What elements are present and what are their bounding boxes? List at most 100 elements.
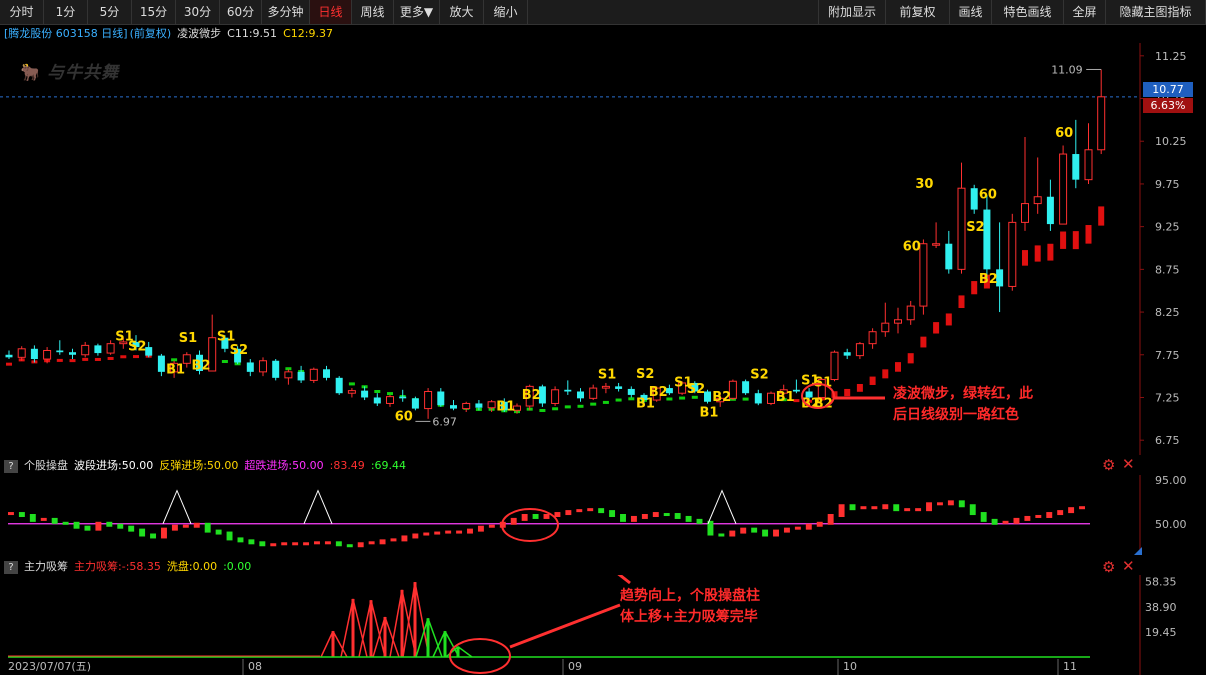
operation-bar bbox=[270, 543, 277, 547]
operation-bar bbox=[51, 517, 58, 524]
period-tab-fenshi[interactable]: 分时 bbox=[0, 0, 44, 24]
month-label: 09 bbox=[568, 660, 582, 673]
ma-dot bbox=[958, 295, 965, 309]
period-tab-60min[interactable]: 60分 bbox=[220, 0, 262, 24]
extra-display-button[interactable]: 附加显示 bbox=[818, 0, 886, 24]
draw-line-button[interactable]: 画线 bbox=[950, 0, 992, 24]
candle-body bbox=[868, 331, 877, 345]
operation-bar bbox=[947, 500, 954, 506]
operation-bar bbox=[8, 512, 14, 516]
signal-triangle bbox=[303, 489, 333, 524]
operation-bar bbox=[685, 515, 692, 522]
forward-adjust-button[interactable]: 前复权 bbox=[886, 0, 950, 24]
candle-body bbox=[246, 362, 254, 372]
close-icon[interactable]: ✕ bbox=[1122, 557, 1135, 575]
candle-body bbox=[983, 209, 991, 270]
period-tab-30min[interactable]: 30分 bbox=[176, 0, 220, 24]
operation-bar bbox=[991, 518, 998, 525]
period-tab-5min[interactable]: 5分 bbox=[88, 0, 132, 24]
highlight-circle bbox=[501, 508, 559, 542]
panel2-info: ? 个股操盘 波段进场:50.00 反弹进场:50.00 超跌进场:50.00:83.4… bbox=[0, 457, 412, 475]
candle-body bbox=[272, 360, 280, 378]
operation-bar bbox=[248, 539, 255, 545]
y-tick-label: 10.25 bbox=[1155, 135, 1187, 148]
operation-bar bbox=[303, 542, 310, 546]
candle-body bbox=[437, 391, 445, 406]
signal-label: 60 bbox=[903, 240, 921, 255]
candle-body bbox=[361, 390, 369, 398]
accumulation-slope bbox=[320, 630, 334, 658]
period-tab-daily[interactable]: 日线 bbox=[310, 0, 352, 24]
indicator-name[interactable]: 凌波微步 bbox=[177, 27, 221, 40]
ma-dot bbox=[564, 405, 571, 409]
help-button[interactable]: ? bbox=[4, 459, 18, 473]
period-tab-15min[interactable]: 15分 bbox=[132, 0, 176, 24]
operation-bar bbox=[357, 542, 364, 548]
operation-bar bbox=[379, 539, 386, 545]
ma-dot bbox=[856, 383, 863, 392]
panel2-name[interactable]: 个股操盘 bbox=[24, 459, 68, 472]
special-draw-button[interactable]: 特色画线 bbox=[992, 0, 1064, 24]
close-icon[interactable]: ✕ bbox=[1122, 455, 1135, 473]
hide-main-indicator-button[interactable]: 隐藏主图指标 bbox=[1106, 0, 1206, 24]
ma-dot bbox=[221, 360, 228, 364]
signal-label: S2 bbox=[687, 382, 705, 397]
candle-body bbox=[284, 371, 293, 379]
candle-body bbox=[551, 389, 560, 404]
ma-dot bbox=[107, 356, 114, 360]
operation-bar bbox=[182, 524, 189, 528]
candle-body bbox=[577, 391, 584, 399]
operation-bar bbox=[456, 530, 463, 534]
month-label: 10 bbox=[843, 660, 857, 673]
settings-gear-icon[interactable]: ⚙ bbox=[1102, 456, 1115, 474]
help-button[interactable]: ? bbox=[4, 560, 18, 574]
operation-bar bbox=[849, 504, 856, 511]
candle-body bbox=[450, 405, 457, 409]
operation-bar bbox=[1024, 515, 1031, 521]
panel3-value-green: :0.00 bbox=[223, 560, 252, 573]
operation-bar bbox=[609, 510, 616, 517]
operation-bar bbox=[783, 527, 790, 533]
period-tab-weekly[interactable]: 周线 bbox=[352, 0, 394, 24]
operation-bar bbox=[477, 525, 484, 532]
signal-label: B1 bbox=[776, 390, 795, 405]
settings-gear-icon[interactable]: ⚙ bbox=[1102, 558, 1115, 576]
month-label: 08 bbox=[248, 660, 262, 673]
panel2-value-green: :69.44 bbox=[370, 459, 407, 472]
ma-dot bbox=[1022, 250, 1028, 266]
candle-body bbox=[894, 319, 902, 324]
ma-dot bbox=[590, 402, 597, 406]
signal-label: 30 bbox=[915, 177, 933, 192]
stock-operation-bar-chart[interactable]: 95.00 50.00 bbox=[0, 475, 1206, 555]
operation-bar bbox=[576, 509, 583, 513]
candle-body bbox=[919, 243, 928, 307]
panel3-name[interactable]: 主力吸筹 bbox=[24, 560, 68, 573]
fullscreen-button[interactable]: 全屏 bbox=[1064, 0, 1106, 24]
y-tick-label: 19.45 bbox=[1145, 626, 1177, 639]
operation-bar bbox=[674, 513, 681, 519]
panel2-rebound-entry: 反弹进场:50.00 bbox=[159, 459, 239, 472]
operation-bar bbox=[794, 526, 801, 530]
candle-body bbox=[564, 389, 572, 392]
signal-label: S2 bbox=[128, 340, 146, 355]
more-dropdown[interactable]: 更多▼ bbox=[394, 0, 440, 24]
operation-bar bbox=[969, 504, 976, 516]
ma-dot bbox=[602, 400, 609, 404]
main-force-accumulation-chart[interactable]: 58.35 38.90 19.45 2023/07/07(五) 08 09 10 11 bbox=[0, 575, 1206, 675]
operation-bar bbox=[958, 500, 965, 508]
operation-bar bbox=[412, 533, 419, 539]
ma-dot bbox=[742, 397, 749, 401]
candle-body bbox=[970, 188, 978, 210]
candle-body bbox=[424, 391, 433, 410]
period-tab-multi-minute[interactable]: 多分钟 bbox=[262, 0, 310, 24]
candle-body bbox=[1084, 149, 1093, 181]
period-tab-1min[interactable]: 1分 bbox=[44, 0, 88, 24]
zoom-in-button[interactable]: 放大 bbox=[440, 0, 484, 24]
operation-bar bbox=[237, 537, 244, 543]
zoom-out-button[interactable]: 缩小 bbox=[484, 0, 528, 24]
operation-bar bbox=[150, 533, 157, 539]
low-price-label: 6.97 bbox=[432, 415, 457, 428]
y-tick-label: 6.75 bbox=[1155, 434, 1180, 447]
annotation-arrow bbox=[509, 603, 621, 649]
candle-body bbox=[1046, 196, 1054, 225]
